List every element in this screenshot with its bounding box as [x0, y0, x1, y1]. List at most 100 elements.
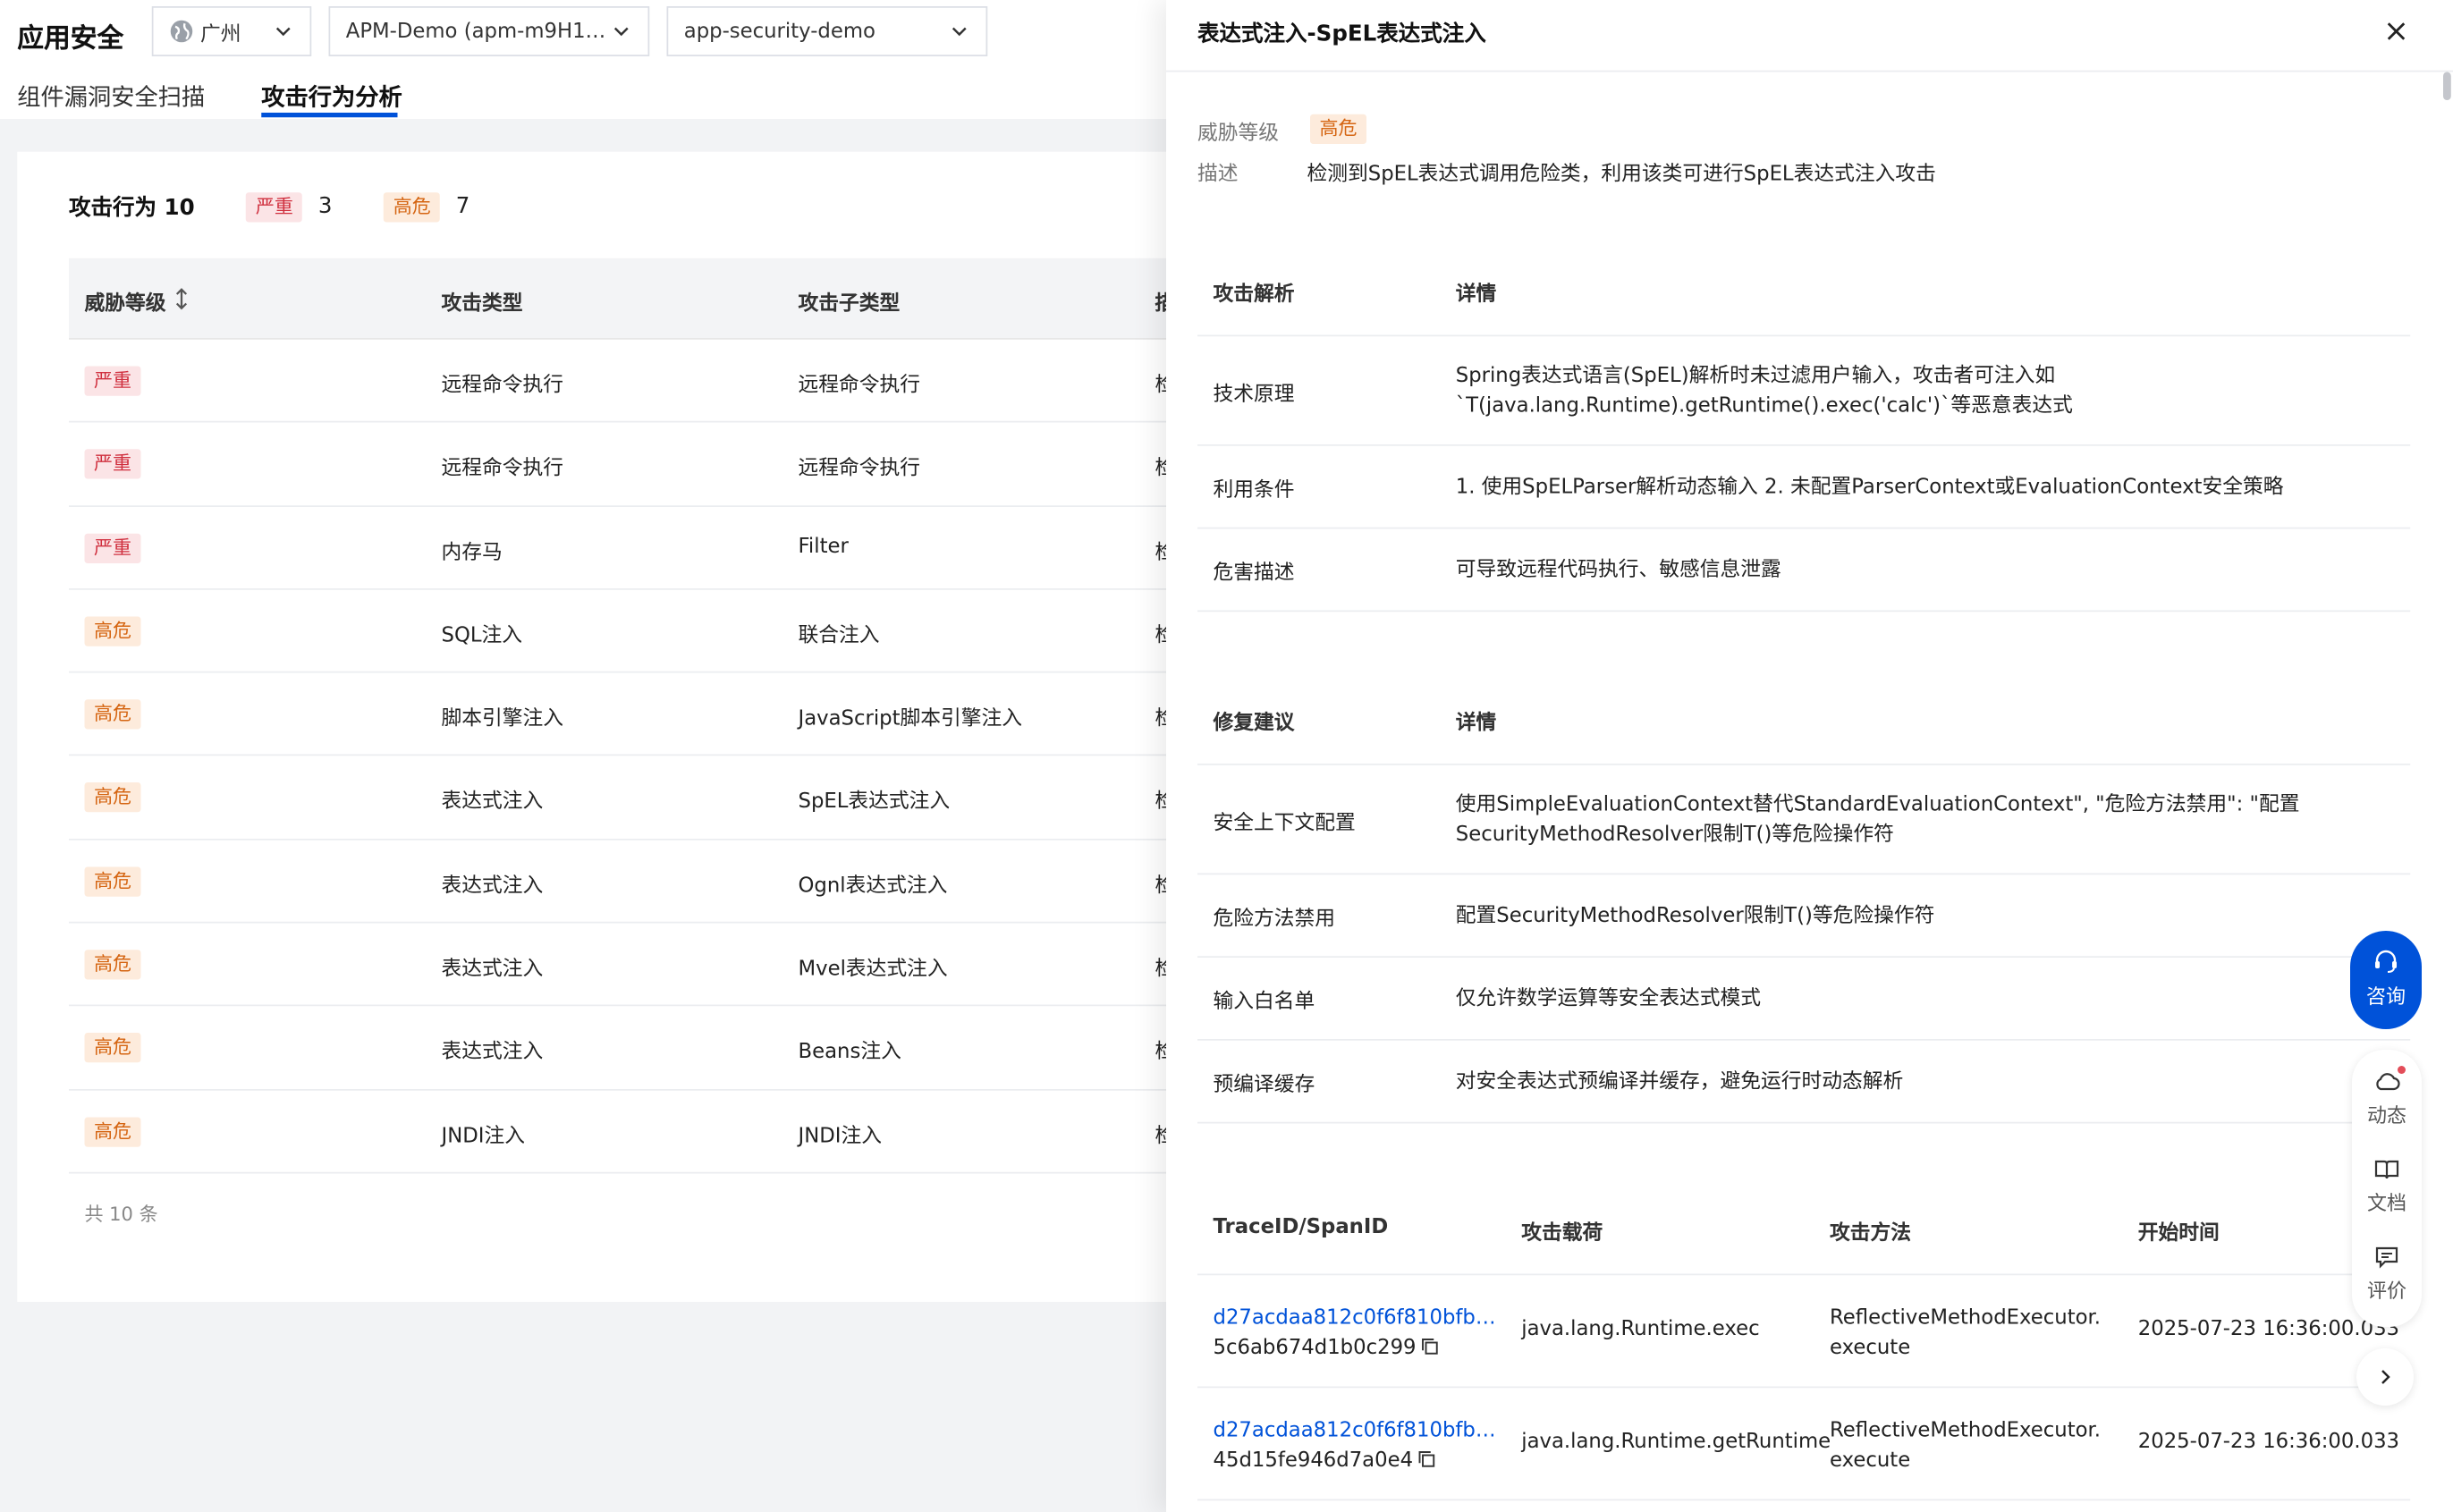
- headset-icon: [2375, 950, 2397, 973]
- fix-row-key: 输入白名单: [1213, 990, 1315, 1014]
- threat-level-label: 威胁等级: [1197, 122, 1279, 146]
- severity-badge: 高危: [84, 866, 141, 897]
- attack-type-cell: SQL注入: [441, 624, 523, 648]
- close-icon[interactable]: [2383, 19, 2408, 44]
- fix-row-value: 仅允许数学运算等安全表达式模式: [1455, 987, 1761, 1011]
- attack-type-cell: 远程命令执行: [441, 374, 564, 398]
- rate-button[interactable]: 评价: [2352, 1243, 2422, 1304]
- col-subtype: 攻击子类型: [798, 292, 901, 317]
- severity-badge: 高危: [84, 782, 141, 814]
- fix-row: 危险方法禁用 配置SecurityMethodResolver限制T()等危险操…: [1197, 874, 2410, 958]
- critical-badge: 严重: [246, 191, 303, 222]
- analysis-row: 危害描述 可导致远程代码执行、敏感信息泄露: [1197, 529, 2410, 612]
- time-cell: 2025-07-23 16:36:00.033: [2137, 1430, 2399, 1454]
- trace-id-link[interactable]: d27acdaa812c0f6f810bfb…: [1213, 1416, 1495, 1446]
- severity-badge: 严重: [84, 449, 141, 480]
- analysis-row: 利用条件 1. 使用SpELParser解析动态输入 2. 未配置ParserC…: [1197, 446, 2410, 529]
- payload-cell: java.lang.Runtime.exec: [1521, 1317, 1760, 1341]
- severity-badge: 高危: [84, 1116, 141, 1147]
- attack-summary: 攻击行为 10 严重 3 高危 7: [69, 191, 469, 223]
- attack-count-label: 攻击行为 10: [69, 195, 195, 221]
- fix-suggestion-table: 修复建议 详情 安全上下文配置 使用SimpleEvaluationContex…: [1197, 684, 2410, 1124]
- attack-type-cell: 远程命令执行: [441, 457, 564, 481]
- col-type: 攻击类型: [441, 292, 523, 317]
- attack-type-cell: 表达式注入: [441, 790, 544, 815]
- chevron-right-icon: [2381, 1370, 2390, 1384]
- trace-col-id: TraceID/SpanID: [1213, 1215, 1389, 1239]
- table-row[interactable]: 高危 SQL注入 联合注入检: [69, 590, 1207, 673]
- attack-table: 威胁等级 攻击类型 攻击子类型 描 严重 远程命令执行 远程命令执行检严重 远程命令执…: [69, 258, 1207, 1174]
- table-row[interactable]: 严重 内存马 Filter 检: [69, 506, 1207, 590]
- high-badge: 高危: [384, 191, 441, 222]
- chevron-down-icon: [275, 27, 291, 37]
- trace-id-cell: d27acdaa812c0f6f810bfb… 45d15fe946d7a0e4: [1213, 1416, 1495, 1476]
- fix-row: 预编译缓存 对安全表达式预编译并缓存，避免运行时动态解析: [1197, 1041, 2410, 1124]
- analysis-row-value: Spring表达式语言(SpEL)解析时未过滤用户输入，攻击者可注入如`T(ja…: [1455, 364, 2073, 418]
- consult-label: 咨询: [2365, 986, 2406, 1009]
- table-row[interactable]: 高危 表达式注入 Mvel表达式注入检: [69, 924, 1207, 1007]
- trace-id-link[interactable]: d27acdaa812c0f6f810bfb…: [1213, 1304, 1495, 1333]
- attack-subtype-cell: 远程命令执行: [798, 457, 921, 481]
- table-row[interactable]: 高危 表达式注入 Ognl表达式注入检: [69, 840, 1207, 924]
- comment-icon: [2375, 1246, 2398, 1269]
- fix-row: 安全上下文配置 使用SimpleEvaluationContext替代Stand…: [1197, 765, 2410, 875]
- severity-badge: 高危: [84, 616, 141, 646]
- span-id: 5c6ab674d1b0c299: [1213, 1336, 1417, 1360]
- region-select[interactable]: 广州: [151, 6, 312, 56]
- severity-badge: 高危: [84, 950, 141, 980]
- table-row[interactable]: 高危 JNDI注入 JNDI注入检: [69, 1090, 1207, 1174]
- high-count: 7: [455, 194, 470, 219]
- analysis-row: 技术原理 Spring表达式语言(SpEL)解析时未过滤用户输入，攻击者可注入如…: [1197, 336, 2410, 446]
- globe-icon: [170, 20, 193, 43]
- active-tab-indicator: [261, 113, 398, 118]
- docs-button[interactable]: 文档: [2352, 1155, 2422, 1216]
- attack-subtype-cell: Beans注入: [798, 1041, 901, 1065]
- analysis-row-value: 1. 使用SpELParser解析动态输入 2. 未配置ParserContex…: [1455, 476, 2284, 500]
- apm-instance-select[interactable]: APM-Demo (apm-m9H16O…: [328, 6, 650, 56]
- analysis-header-key: 攻击解析: [1213, 283, 1295, 307]
- severity-badge: 严重: [84, 366, 141, 396]
- drawer-scrollbar[interactable]: [2442, 72, 2451, 100]
- expand-button[interactable]: [2356, 1348, 2414, 1406]
- analysis-row-value: 可导致远程代码执行、敏感信息泄露: [1455, 558, 1781, 582]
- app-select[interactable]: app-security-demo: [666, 6, 988, 56]
- table-row[interactable]: 高危 表达式注入 Beans注入检: [69, 1007, 1207, 1091]
- news-label: 动态: [2366, 1105, 2406, 1128]
- analysis-row-key: 危害描述: [1213, 562, 1295, 586]
- apm-instance-value: APM-Demo (apm-m9H16O…: [345, 19, 611, 44]
- attack-type-cell: 表达式注入: [441, 1041, 544, 1065]
- trace-col-payload: 攻击载荷: [1521, 1221, 1603, 1246]
- col-level: 威胁等级: [84, 292, 166, 317]
- consult-button[interactable]: 咨询: [2350, 931, 2422, 1029]
- sort-icon[interactable]: [173, 288, 190, 310]
- page-title: 应用安全: [17, 23, 124, 55]
- tab-vulnerability-scan[interactable]: 组件漏洞安全扫描: [17, 80, 205, 113]
- table-row[interactable]: 严重 远程命令执行 远程命令执行检: [69, 340, 1207, 424]
- fix-header-val: 详情: [1455, 712, 1497, 736]
- fix-row-key: 预编译缓存: [1213, 1073, 1315, 1097]
- chevron-down-icon: [613, 27, 629, 37]
- attack-subtype-cell: 联合注入: [798, 624, 880, 648]
- fix-row-value: 使用SimpleEvaluationContext替代StandardEvalu…: [1455, 793, 2300, 847]
- news-button[interactable]: 动态: [2352, 1068, 2422, 1128]
- copy-icon[interactable]: [1417, 1450, 1434, 1467]
- analysis-header: 攻击解析 详情: [1197, 255, 2410, 337]
- table-row[interactable]: 高危 脚本引擎注入 JavaScript脚本引擎注入检: [69, 673, 1207, 757]
- tab-attack-analysis[interactable]: 攻击行为分析: [261, 80, 402, 113]
- detail-drawer: 表达式注入-SpEL表达式注入 威胁等级 高危 描述 检测到SpEL表达式调用危…: [1165, 0, 2453, 1512]
- drawer-title: 表达式注入-SpEL表达式注入: [1197, 21, 1486, 47]
- severity-badge: 高危: [84, 1033, 141, 1063]
- attack-list-card: 攻击行为 10 严重 3 高危 7 威胁等级 攻击类型 攻击子类型 描 严重 远程…: [17, 151, 1207, 1302]
- fix-row-value: 对安全表达式预编译并缓存，避免运行时动态解析: [1455, 1070, 1904, 1094]
- attack-subtype-cell: Ognl表达式注入: [798, 874, 948, 899]
- attack-subtype-cell: Mvel表达式注入: [798, 958, 948, 982]
- table-row[interactable]: 严重 远程命令执行 远程命令执行检: [69, 423, 1207, 507]
- book-icon: [2374, 1160, 2399, 1179]
- severity-badge: 高危: [84, 699, 141, 730]
- attack-subtype-cell: SpEL表达式注入: [798, 790, 951, 815]
- copy-icon[interactable]: [1421, 1338, 1438, 1355]
- attack-analysis-table: 攻击解析 详情 技术原理 Spring表达式语言(SpEL)解析时未过滤用户输入…: [1197, 255, 2410, 612]
- attack-type-cell: 表达式注入: [441, 958, 544, 982]
- table-row[interactable]: 高危 表达式注入 SpEL表达式注入检: [69, 756, 1207, 840]
- method-cell: ReflectiveMethodExecutor.execute: [1829, 1306, 2101, 1360]
